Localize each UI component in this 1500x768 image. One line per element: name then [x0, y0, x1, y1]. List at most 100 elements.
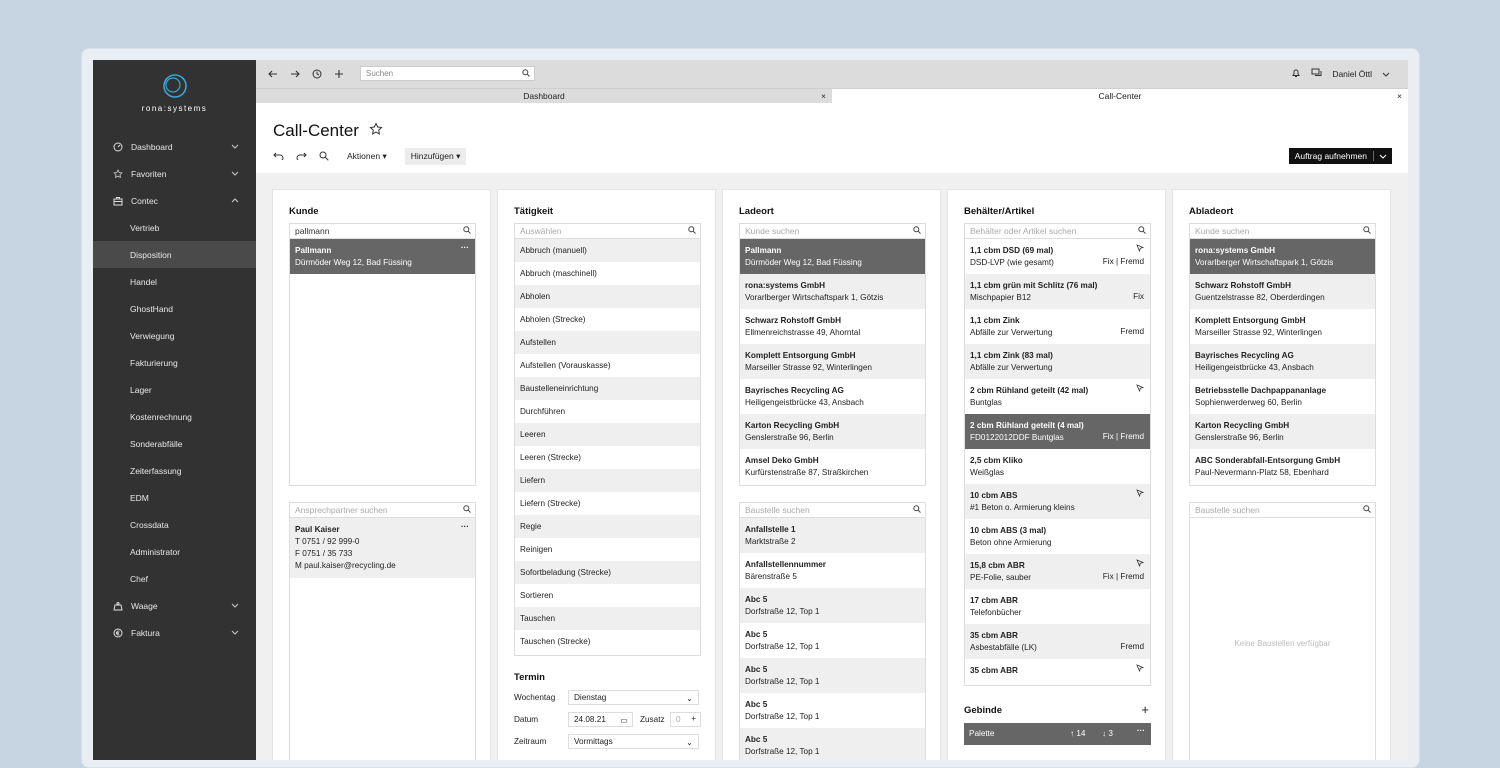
add-dropdown[interactable]: Hinzufügen ▾: [404, 148, 467, 165]
list-item[interactable]: Karton Recycling GmbH Genslerstraße 96, B…: [740, 414, 925, 449]
construction-site-item[interactable]: Abc 5 Dorfstraße 12, Top 1: [740, 623, 925, 658]
activity-item[interactable]: Durchführen: [515, 400, 700, 423]
chevron-down-icon[interactable]: [231, 168, 239, 178]
activity-item[interactable]: Reinigen: [515, 538, 700, 561]
activity-item[interactable]: Abholen: [515, 285, 700, 308]
activity-item[interactable]: Liefern: [515, 469, 700, 492]
actions-dropdown[interactable]: Aktionen ▾: [341, 148, 393, 165]
sidebar-item-vertrieb[interactable]: Vertrieb: [93, 214, 256, 241]
activity-item[interactable]: Tauschen: [515, 607, 700, 630]
weekday-select[interactable]: Dienstag ⌄: [568, 690, 699, 705]
undo-icon[interactable]: [273, 152, 284, 162]
zusatz-stepper[interactable]: 0 +: [670, 712, 701, 727]
global-search-input[interactable]: Suchen: [360, 66, 535, 81]
forward-arrow-icon[interactable]: [284, 60, 306, 88]
search-icon[interactable]: [913, 226, 921, 236]
list-item[interactable]: Amsel Deko GmbH Kurfürstenstraße 87, Stra…: [740, 449, 925, 484]
activity-item[interactable]: Tauschen (Strecke): [515, 630, 700, 653]
search-icon[interactable]: [1363, 505, 1371, 515]
activity-item[interactable]: Leeren (Strecke): [515, 446, 700, 469]
activity-item[interactable]: Sortieren: [515, 584, 700, 607]
list-item[interactable]: rona:systems GmbH Vorarlberger Wirtschaft…: [1190, 239, 1375, 274]
search-icon[interactable]: [463, 226, 471, 236]
sidebar-item-contec[interactable]: Contec: [93, 187, 256, 214]
search-icon[interactable]: [319, 151, 329, 163]
container-item[interactable]: 2 cbm Rühland geteilt (42 mal) Buntglas: [965, 379, 1150, 414]
container-item[interactable]: 1,1 cbm Zink Abfälle zur Verwertung Fremd: [965, 309, 1150, 344]
list-item[interactable]: Karton Recycling GmbH Genslerstraße 96, B…: [1190, 414, 1375, 449]
activity-item[interactable]: Liefern (Strecke): [515, 492, 700, 515]
sidebar-item-edm[interactable]: EDM: [93, 484, 256, 511]
activity-item[interactable]: Baustelleneinrichtung: [515, 377, 700, 400]
cursor-arrow-icon[interactable]: [1136, 244, 1145, 256]
contact-card[interactable]: Paul Kaiser T 0751 / 92 999-0 F 0751 / 3…: [290, 518, 475, 578]
customer-search-input[interactable]: pallmann: [290, 224, 475, 239]
activity-item[interactable]: Regie: [515, 515, 700, 538]
construction-site-item[interactable]: Abc 5 Dorfstraße 12, Top 1: [740, 693, 925, 728]
cursor-arrow-icon[interactable]: [1136, 384, 1145, 396]
construction-site-item[interactable]: Anfallstellennummer Bärenstraße 5: [740, 553, 925, 588]
contact-search-input[interactable]: Ansprechpartner suchen: [290, 503, 475, 518]
activity-item[interactable]: Aufstellen (Vorauskasse): [515, 354, 700, 377]
more-icon[interactable]: ···: [1137, 726, 1145, 735]
bell-icon[interactable]: [1291, 68, 1301, 80]
construction-site-item[interactable]: Abc 5 Dorfstraße 12, Top 1: [740, 588, 925, 623]
cursor-arrow-icon[interactable]: [1136, 559, 1145, 571]
search-icon[interactable]: [463, 505, 471, 515]
list-item[interactable]: Schwarz Rohstoff GmbH Guentzelstrasse 82,…: [1190, 274, 1375, 309]
container-item[interactable]: 15,8 cbm ABR PE-Folie, sauber Fix | Fremd: [965, 554, 1150, 589]
list-item[interactable]: rona:systems GmbH Vorarlberger Wirtschaft…: [740, 274, 925, 309]
list-item[interactable]: Bayrisches Recycling AG Heiligengeistbrüc…: [740, 379, 925, 414]
container-item[interactable]: 10 cbm ABS (3 mal) Beton ohne Armierung: [965, 519, 1150, 554]
sidebar-item-administrator[interactable]: Administrator: [93, 538, 256, 565]
timerange-select[interactable]: Vormittags ⌄: [568, 734, 699, 749]
chat-icon[interactable]: [1311, 68, 1322, 80]
sidebar-item-crossdata[interactable]: Crossdata: [93, 511, 256, 538]
more-icon[interactable]: ···: [461, 521, 469, 533]
construction-site-item[interactable]: Abc 5 Dorfstraße 12, Top 1: [740, 728, 925, 760]
sidebar-item-sonderabf-lle[interactable]: Sonderabfälle: [93, 430, 256, 457]
create-order-button[interactable]: Auftrag aufnehmen: [1288, 148, 1392, 164]
list-item[interactable]: Betriebsstelle Dachpappananlage Sophienwe…: [1190, 379, 1375, 414]
sidebar-item-handel[interactable]: Handel: [93, 268, 256, 295]
chevron-down-icon[interactable]: [1373, 151, 1392, 161]
container-item[interactable]: 1,1 cbm grün mit Schlitz (76 mal) Mischpa…: [965, 274, 1150, 309]
unloading-search-input[interactable]: Kunde suchen: [1190, 224, 1375, 239]
search-icon[interactable]: [1138, 226, 1146, 236]
sidebar-item-ghosthand[interactable]: GhostHand: [93, 295, 256, 322]
cursor-arrow-icon[interactable]: [1136, 489, 1145, 501]
calendar-icon[interactable]: ▭: [620, 715, 628, 725]
chevron-down-icon[interactable]: [231, 600, 239, 610]
search-icon[interactable]: [522, 69, 530, 79]
activity-item[interactable]: Aufstellen: [515, 331, 700, 354]
unloading-construction-search[interactable]: Baustelle suchen: [1190, 503, 1375, 518]
sidebar-item-waage[interactable]: Waage: [93, 592, 256, 619]
plus-icon[interactable]: +: [691, 714, 696, 723]
construction-site-item[interactable]: Anfallstelle 1 Marktstraße 2: [740, 518, 925, 553]
container-item[interactable]: 2,5 cbm Kliko Weißglas: [965, 449, 1150, 484]
sidebar-item-dashboard[interactable]: Dashboard: [93, 133, 256, 160]
chevron-down-icon[interactable]: [1382, 69, 1390, 79]
more-icon[interactable]: ···: [461, 242, 469, 254]
search-icon[interactable]: [913, 505, 921, 515]
favorite-star-icon[interactable]: [369, 122, 383, 138]
container-item[interactable]: 17 cbm ABR Telefonbücher: [965, 589, 1150, 624]
chevron-down-icon[interactable]: [231, 141, 239, 151]
activity-item[interactable]: Abholen (Strecke): [515, 308, 700, 331]
search-icon[interactable]: [1363, 226, 1371, 236]
sidebar-item-kostenrechnung[interactable]: Kostenrechnung: [93, 403, 256, 430]
history-icon[interactable]: [306, 60, 328, 88]
list-item[interactable]: Komplett Entsorgung GmbH Marseiller Stras…: [1190, 309, 1375, 344]
container-item[interactable]: 1,1 cbm Zink (83 mal) Abfälle zur Verwert…: [965, 344, 1150, 379]
container-item[interactable]: 2 cbm Rühland geteilt (4 mal) FD0122012DD…: [965, 414, 1150, 449]
activity-item[interactable]: Abbruch (manuell): [515, 239, 700, 262]
tab-call-center[interactable]: Call-Center ×: [832, 88, 1408, 103]
loading-construction-search[interactable]: Baustelle suchen: [740, 503, 925, 518]
date-input[interactable]: 24.08.21 ▭: [568, 712, 633, 727]
list-item[interactable]: Bayrisches Recycling AG Heiligengeistbrüc…: [1190, 344, 1375, 379]
sidebar-item-verwiegung[interactable]: Verwiegung: [93, 322, 256, 349]
list-item[interactable]: Komplett Entsorgung GmbH Marseiller Stras…: [740, 344, 925, 379]
sidebar-item-chef[interactable]: Chef: [93, 565, 256, 592]
redo-icon[interactable]: [296, 152, 307, 162]
cursor-arrow-icon[interactable]: [1136, 664, 1145, 676]
